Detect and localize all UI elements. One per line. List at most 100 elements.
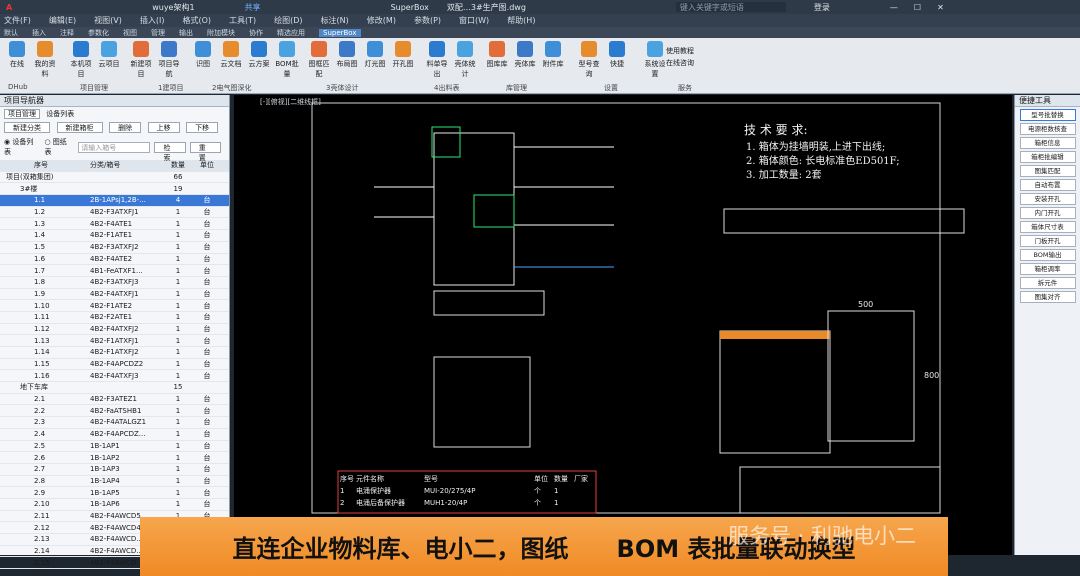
- ribbon-button[interactable]: 云项目: [96, 41, 122, 69]
- tool-button[interactable]: BOM输出: [1019, 249, 1076, 261]
- ribbon-button[interactable]: 型号查询: [576, 41, 602, 79]
- tab-parametric[interactable]: 参数化: [88, 28, 109, 38]
- menu-item[interactable]: 文件(F): [4, 15, 31, 26]
- tab-manage[interactable]: 管理: [151, 28, 165, 38]
- table-row[interactable]: 2.2 4B2-FaATSHB1 1 台: [0, 405, 229, 418]
- tab-device-list[interactable]: 设备列表: [46, 110, 74, 118]
- tool-button[interactable]: 门板开孔: [1019, 235, 1076, 247]
- workspace-select[interactable]: wuye架构1: [152, 2, 194, 13]
- tool-button[interactable]: 箱柜调率: [1019, 263, 1076, 275]
- table-row[interactable]: 1.8 4B2-F3ATXFJ3 1 台: [0, 277, 229, 289]
- table-row[interactable]: 1.11 4B2-F2ATE1 1 台: [0, 312, 229, 324]
- table-row[interactable]: 2.7 1B-1AP3 1 台: [0, 464, 229, 476]
- ribbon-button[interactable]: 布局图: [334, 41, 360, 69]
- table-row[interactable]: 2.1 4B2-F3ATEZ1 1 台: [0, 394, 229, 406]
- tool-button[interactable]: 箱柜批编辑: [1019, 151, 1076, 163]
- tab-insert[interactable]: 插入: [32, 28, 46, 38]
- table-row[interactable]: 2.8 1B-1AP4 1 台: [0, 476, 229, 488]
- tool-button[interactable]: 箱柜信息: [1019, 137, 1076, 149]
- menu-item[interactable]: 插入(I): [140, 15, 165, 26]
- menu-item[interactable]: 修改(M): [367, 15, 396, 26]
- tab-collaborate[interactable]: 协作: [249, 28, 263, 38]
- menu-item[interactable]: 帮助(H): [507, 15, 535, 26]
- table-row[interactable]: 1.12 4B2-F4ATXFJ2 1 台: [0, 324, 229, 336]
- table-row[interactable]: 2.9 1B-1AP5 1 台: [0, 487, 229, 499]
- tab-output[interactable]: 输出: [179, 28, 193, 38]
- tool-button[interactable]: 安装开孔: [1019, 193, 1076, 205]
- table-row[interactable]: 2.10 1B-1AP6 1 台: [0, 499, 229, 511]
- ribbon-button[interactable]: 云方案: [246, 41, 272, 69]
- menu-item[interactable]: 绘图(D): [274, 15, 302, 26]
- tool-button[interactable]: 型号批替换: [1019, 109, 1076, 121]
- drawing-canvas[interactable]: [-][俯视][二维线框] 技 术 要 求: 1. 箱体为挂墙明装,上进下出线;…: [234, 95, 1012, 555]
- ribbon-button[interactable]: 在线: [4, 41, 30, 69]
- menu-item[interactable]: 视图(V): [94, 15, 122, 26]
- search-input[interactable]: 键入关键字或短语: [675, 2, 786, 12]
- tool-button[interactable]: 自动布置: [1019, 179, 1076, 191]
- table-row[interactable]: 1.4 4B2-F1ATE1 1 台: [0, 230, 229, 242]
- menu-item[interactable]: 标注(N): [321, 15, 349, 26]
- menu-item[interactable]: 格式(O): [182, 15, 211, 26]
- table-row[interactable]: 1.2 4B2-F3ATXFJ1 1 台: [0, 207, 229, 219]
- tab-default[interactable]: 默认: [4, 28, 18, 38]
- ribbon-button[interactable]: 我的资料: [32, 41, 58, 79]
- close-icon[interactable]: ✕: [937, 3, 944, 12]
- maximize-icon[interactable]: ☐: [914, 3, 921, 12]
- ribbon-button[interactable]: 识图: [190, 41, 216, 69]
- table-row[interactable]: 1.3 4B2-F4ATE1 1 台: [0, 218, 229, 231]
- reset-button[interactable]: 重置: [189, 141, 221, 162]
- login-button[interactable]: 登录: [814, 2, 830, 13]
- table-row[interactable]: 1.5 4B2-F3ATXFJ2 1 台: [0, 242, 229, 254]
- ribbon-button[interactable]: 料单导出: [424, 41, 450, 79]
- move-up-button[interactable]: 上移: [147, 122, 180, 133]
- menu-item[interactable]: 窗口(W): [459, 15, 489, 26]
- tab-apps[interactable]: 精选应用: [277, 28, 305, 38]
- search-input[interactable]: 请输入箱号: [78, 141, 151, 153]
- ribbon-button[interactable]: 壳体统计: [452, 41, 478, 79]
- menu-item[interactable]: 参数(P): [414, 15, 441, 26]
- ribbon-button[interactable]: 图库库: [484, 41, 510, 69]
- tab-superbox[interactable]: SuperBox: [319, 28, 361, 37]
- share-button[interactable]: 共享: [245, 2, 261, 13]
- ribbon-button[interactable]: 云文档: [218, 41, 244, 69]
- table-row[interactable]: 2.6 1B-1AP2 1 台: [0, 452, 229, 464]
- tool-button[interactable]: 内门开孔: [1019, 207, 1076, 219]
- ribbon-button[interactable]: 快捷: [604, 41, 630, 69]
- delete-button[interactable]: 删除: [109, 122, 142, 133]
- ribbon-button[interactable]: BOM批量: [274, 41, 300, 79]
- table-row[interactable]: 1.1 2B-1APsj1,2B-... 4 台: [0, 195, 229, 207]
- ribbon-button[interactable]: 项目导航: [156, 41, 182, 79]
- table-row[interactable]: 1.6 4B2-F4ATE2 1 台: [0, 254, 229, 266]
- ribbon-button[interactable]: 灯光图: [362, 41, 388, 69]
- table-row[interactable]: 2.5 1B-1AP1 1 台: [0, 441, 229, 453]
- tab-project-manage[interactable]: 项目管理: [4, 109, 40, 119]
- ribbon-button[interactable]: 图框匹配: [306, 41, 332, 79]
- menu-item[interactable]: 工具(T): [229, 15, 256, 26]
- ribbon-button[interactable]: 附件库: [540, 41, 566, 69]
- table-row[interactable]: 2.3 4B2-F4ATALGZ1 1 台: [0, 417, 229, 429]
- new-category-button[interactable]: 新建分类: [4, 122, 50, 133]
- ribbon-button[interactable]: 壳体库: [512, 41, 538, 69]
- table-row[interactable]: 1.10 4B2-F1ATE2 1 台: [0, 300, 229, 312]
- tool-button[interactable]: 箱体尺寸表: [1019, 221, 1076, 233]
- radio-drawing-list[interactable]: ○ 图纸表: [44, 137, 72, 157]
- table-row[interactable]: 1.15 4B2-F4APCDZ2 1 台: [0, 359, 229, 371]
- minimize-icon[interactable]: —: [890, 3, 898, 12]
- tab-addons[interactable]: 附加模块: [207, 28, 235, 38]
- tab-view[interactable]: 视图: [123, 28, 137, 38]
- ribbon-link[interactable]: 在线咨询: [666, 58, 694, 68]
- search-button[interactable]: 检索: [154, 141, 186, 162]
- tool-button[interactable]: 拆元件: [1019, 277, 1076, 289]
- table-row[interactable]: 1.16 4B2-F4ATXFJ3 1 台: [0, 370, 229, 383]
- menu-item[interactable]: 编辑(E): [49, 15, 76, 26]
- table-row[interactable]: 2.4 4B2-F4APCDZ... 1 台: [0, 429, 229, 441]
- ribbon-button[interactable]: 开孔图: [390, 41, 416, 69]
- ribbon-button[interactable]: 系统设置: [642, 41, 668, 79]
- tool-button[interactable]: 图集对齐: [1019, 291, 1076, 303]
- tool-button[interactable]: 图集匹配: [1019, 165, 1076, 177]
- radio-device-list[interactable]: ◉ 设备列表: [4, 137, 38, 157]
- tab-annotate[interactable]: 注释: [60, 28, 74, 38]
- table-row[interactable]: 1.7 4B1-FeATXF1... 1 台: [0, 265, 229, 277]
- ribbon-button[interactable]: 本机项目: [68, 41, 94, 79]
- table-row[interactable]: 1.13 4B2-F1ATXFJ1 1 台: [0, 335, 229, 347]
